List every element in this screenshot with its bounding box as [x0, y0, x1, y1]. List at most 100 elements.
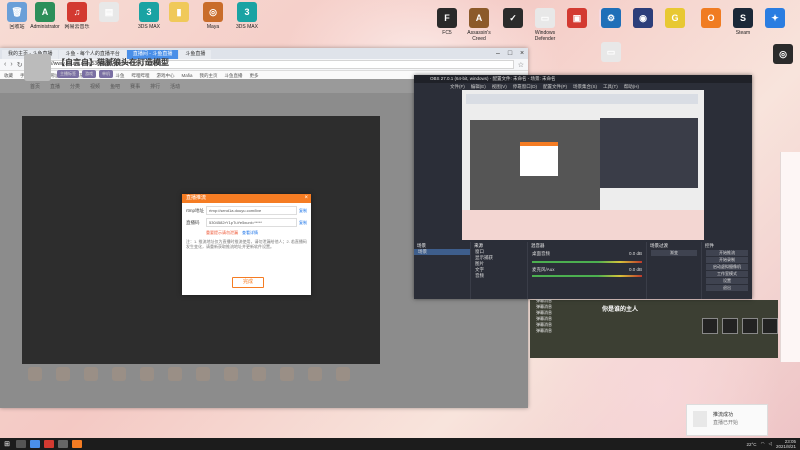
- desktop-icon[interactable]: ▣: [562, 8, 592, 42]
- desktop-icon[interactable]: ✓: [498, 8, 528, 42]
- refresh-icon[interactable]: ↻: [17, 61, 23, 69]
- clock[interactable]: 23:05 2021/8/21: [776, 439, 796, 449]
- menu-item[interactable]: 帮助(H): [624, 83, 639, 90]
- gift-icon[interactable]: [224, 367, 238, 381]
- transition-select[interactable]: 渐变: [651, 250, 697, 256]
- desktop-icon[interactable]: ✦: [760, 8, 790, 42]
- browser-taskbar-icon[interactable]: [30, 440, 40, 448]
- desktop-icon-label: [562, 30, 592, 42]
- gift-icon[interactable]: [252, 367, 266, 381]
- gift-icon[interactable]: [168, 367, 182, 381]
- room-tag[interactable]: 单机: [99, 70, 113, 78]
- scene-item[interactable]: 场景: [414, 249, 470, 255]
- menu-item[interactable]: 文件(F): [450, 83, 465, 90]
- desktop-icon-label: 3DS MAX: [236, 24, 258, 30]
- settings-button[interactable]: 设置: [706, 278, 748, 284]
- start-streaming-button[interactable]: 开始推流: [706, 250, 748, 256]
- desktop-icon[interactable]: A Administrator: [30, 2, 60, 36]
- warning-text: 重要提示请勿泄漏 查看详情: [206, 230, 307, 236]
- copy-button[interactable]: 复制: [299, 220, 307, 226]
- gift-icon[interactable]: [28, 367, 42, 381]
- gift-icon[interactable]: [280, 367, 294, 381]
- details-link[interactable]: 查看详情: [242, 230, 258, 235]
- room-tag[interactable]: 游戏: [82, 70, 96, 78]
- side-app-panel: [780, 152, 800, 362]
- back-icon[interactable]: ‹: [4, 61, 6, 68]
- windows-start-icon[interactable]: ⊞: [0, 440, 14, 448]
- gift-icon[interactable]: [308, 367, 322, 381]
- app-taskbar-icon[interactable]: [72, 440, 82, 448]
- done-button[interactable]: 完成: [232, 277, 264, 288]
- dialog-row: 直播码 5304582rY1pTuYe5xunt=***** 复制: [186, 218, 307, 227]
- music-taskbar-icon[interactable]: [44, 440, 54, 448]
- obs-taskbar-icon[interactable]: [58, 440, 68, 448]
- desktop-icon[interactable]: A Assassin's Creed: [464, 8, 494, 42]
- stream-key-field[interactable]: 5304582rY1pTuYe5xunt=*****: [206, 218, 297, 227]
- menu-item[interactable]: 配置文件(P): [543, 83, 567, 90]
- channel-db: 0.0 dB: [628, 267, 642, 272]
- rtmp-url-field[interactable]: rtmp://send1a.douyu.com/live: [206, 206, 297, 215]
- desktop-icon[interactable]: ▤: [94, 2, 124, 36]
- dialog-header: 直播推流 ×: [182, 194, 311, 203]
- desktop-icon-label: [760, 30, 790, 42]
- menu-item[interactable]: 场景集合(S): [573, 83, 597, 90]
- desktop-icon[interactable]: O: [696, 8, 726, 42]
- volume-icon[interactable]: ◁: [769, 441, 772, 447]
- virtual-camera-button[interactable]: 启动虚拟摄像机: [706, 264, 748, 270]
- menu-item[interactable]: 停靠窗口(D): [513, 83, 537, 90]
- avatar[interactable]: [24, 54, 51, 81]
- desktop-icon[interactable]: S Steam: [728, 8, 758, 42]
- desktop-icon[interactable]: ⚙: [596, 8, 626, 42]
- controls-dock: 控件 开始推流 开始录制 启动虚拟摄像机 工作室模式 设置 退出: [702, 242, 752, 299]
- gift-icon[interactable]: [336, 367, 350, 381]
- field-label: rtmp地址: [186, 207, 204, 213]
- desktop-icon[interactable]: ◎ Maya: [198, 2, 228, 36]
- search-icon[interactable]: [16, 440, 26, 448]
- studio-mode-button[interactable]: 工作室模式: [706, 271, 748, 277]
- gift-icon[interactable]: [140, 367, 154, 381]
- room-tag[interactable]: 主播标签: [57, 70, 79, 78]
- exit-button[interactable]: 退出: [706, 285, 748, 291]
- desktop-icon[interactable]: ▭: [596, 42, 626, 76]
- sources-dock: 来源 窗口 显示捕获 图片 文字 音频: [471, 242, 528, 299]
- desktop-icon[interactable]: ♫ 网易云音乐: [62, 2, 92, 36]
- menu-item[interactable]: 工具(T): [603, 83, 618, 90]
- app-icon: ▮: [169, 2, 189, 22]
- forward-icon[interactable]: ›: [10, 61, 12, 68]
- desktop-icon[interactable]: ◎: [768, 44, 798, 78]
- gift-icon[interactable]: [112, 367, 126, 381]
- desktop-icon[interactable]: G: [660, 8, 690, 42]
- close-icon[interactable]: ×: [304, 194, 308, 203]
- obs-preview[interactable]: [462, 90, 704, 240]
- copy-button[interactable]: 复制: [299, 208, 307, 214]
- star-icon[interactable]: ☆: [518, 61, 524, 69]
- desktop-icon[interactable]: ▮: [164, 2, 194, 36]
- gift-icon[interactable]: [196, 367, 210, 381]
- dialog-row: rtmp地址 rtmp://send1a.douyu.com/live 复制: [186, 206, 307, 215]
- app-icon: S: [733, 8, 753, 28]
- start-recording-button[interactable]: 开始录制: [706, 257, 748, 263]
- mixer-channel: 麦克风/Aux 0.0 dB: [528, 263, 646, 273]
- gift-bar: [22, 364, 488, 384]
- bookmark[interactable]: 收藏: [4, 73, 13, 79]
- menu-item[interactable]: 编辑(E): [471, 83, 486, 90]
- source-item[interactable]: 音频: [471, 273, 527, 279]
- notification-toast[interactable]: 推流成功 直播已开始: [686, 404, 768, 436]
- maximize-icon[interactable]: □: [504, 48, 516, 59]
- desktop-icon[interactable]: ◉: [628, 8, 658, 42]
- volume-meter[interactable]: [532, 275, 642, 277]
- minimize-icon[interactable]: –: [492, 48, 504, 59]
- gift-icon[interactable]: [84, 367, 98, 381]
- gift-icon[interactable]: [56, 367, 70, 381]
- close-icon[interactable]: ×: [516, 48, 528, 59]
- desktop-icon[interactable]: 3 3DS MAX: [134, 2, 164, 36]
- desktop-icon[interactable]: 3 3DS MAX: [232, 2, 262, 36]
- menu-item[interactable]: 视图(V): [492, 83, 507, 90]
- desktop-icon-label: 3DS MAX: [138, 24, 160, 30]
- obs-window[interactable]: OBS 27.0.1 (64-bit, windows) - 配置文件: 未命名…: [414, 75, 752, 299]
- desktop-icon[interactable]: F FC5: [432, 8, 462, 42]
- wifi-icon[interactable]: ◠: [761, 441, 765, 447]
- app-icon: ▣: [567, 8, 587, 28]
- desktop-icon[interactable]: 🗑 回收站: [2, 2, 32, 36]
- desktop-icon[interactable]: ▭ Windows Defender: [530, 8, 560, 42]
